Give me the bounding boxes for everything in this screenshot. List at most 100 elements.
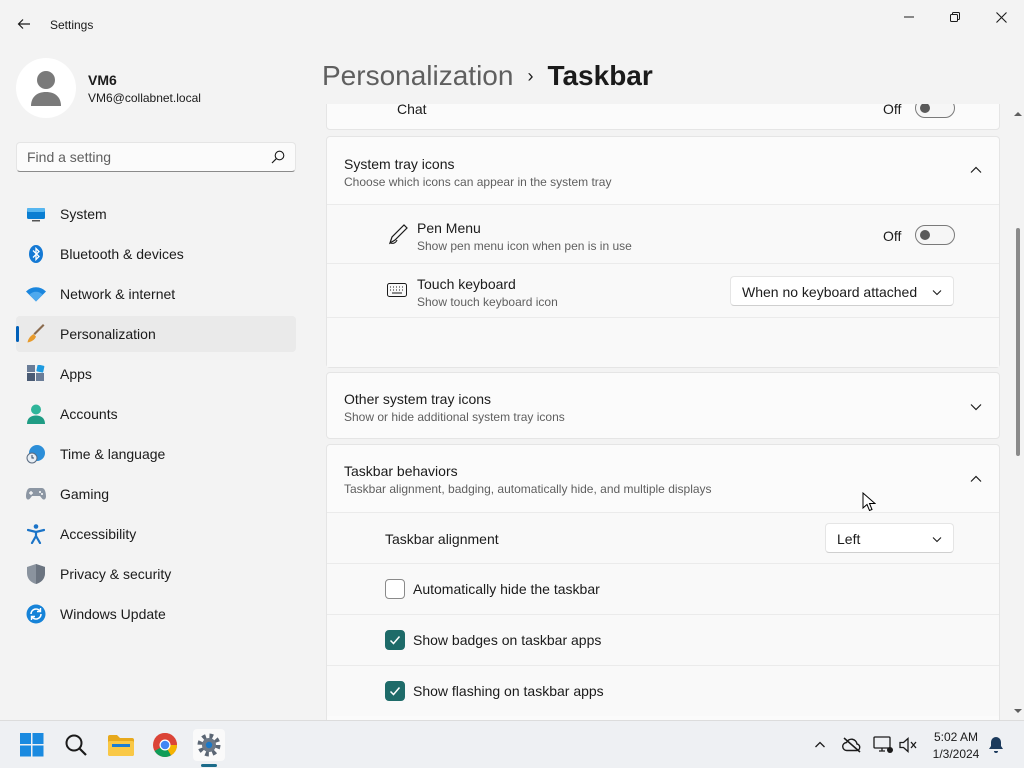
sidebar-item-windows-update[interactable]: Windows Update	[16, 596, 296, 632]
close-button[interactable]	[978, 4, 1024, 30]
chevron-up-icon	[815, 741, 825, 748]
chat-toggle[interactable]	[915, 104, 955, 118]
flashing-checkbox[interactable]	[385, 681, 405, 701]
touch-keyboard-value: When no keyboard attached	[742, 284, 918, 300]
sidebar-item-label: Personalization	[60, 326, 156, 342]
user-silhouette-icon	[31, 71, 61, 106]
checkmark-icon	[389, 687, 401, 696]
file-explorer-button[interactable]	[105, 729, 137, 761]
pen-icon	[388, 224, 408, 245]
keyboard-icon	[387, 283, 407, 297]
gear-icon	[197, 733, 221, 757]
behaviors-subtitle: Taskbar alignment, badging, automaticall…	[344, 482, 712, 496]
monitor-icon	[26, 204, 46, 224]
sidebar-item-accounts[interactable]: Accounts	[16, 396, 296, 432]
page-title: Taskbar	[547, 60, 653, 91]
back-arrow-icon	[17, 19, 30, 29]
minimize-icon	[904, 16, 914, 18]
search-icon	[65, 734, 87, 756]
other-tray-subtitle: Show or hide additional system tray icon…	[344, 410, 565, 424]
sidebar-item-label: Accounts	[60, 406, 118, 422]
system-tray-card: System tray icons Choose which icons can…	[326, 136, 1000, 368]
back-button[interactable]	[12, 12, 36, 36]
sidebar-item-accessibility[interactable]: Accessibility	[16, 516, 296, 552]
system-tray-title: System tray icons	[344, 156, 455, 172]
folder-icon	[108, 735, 134, 756]
sidebar-item-system[interactable]: System	[16, 196, 296, 232]
sidebar-item-network[interactable]: Network & internet	[16, 276, 296, 312]
breadcrumb-parent[interactable]: Personalization	[322, 60, 513, 92]
content-pane: Chat Off System tray icons Choose which …	[320, 104, 1010, 720]
sidebar-item-label: Bluetooth & devices	[60, 246, 184, 262]
clock-time[interactable]: 5:02 AM	[930, 730, 982, 744]
start-button[interactable]	[16, 729, 48, 761]
minimize-button[interactable]	[886, 4, 932, 30]
chrome-button[interactable]	[149, 729, 181, 761]
taskbar-search-button[interactable]	[60, 729, 92, 761]
chevron-up-icon[interactable]	[969, 163, 983, 177]
accessibility-icon	[26, 524, 46, 544]
bell-icon	[989, 737, 1003, 753]
breadcrumb: Personalization › Taskbar	[322, 58, 653, 94]
search-icon[interactable]	[271, 150, 285, 164]
onedrive-tray-button[interactable]	[842, 735, 862, 755]
sidebar-item-label: Accessibility	[60, 526, 137, 542]
sidebar-item-time-language[interactable]: Time & language	[16, 436, 296, 472]
chat-label: Chat	[397, 104, 427, 117]
auto-hide-checkbox[interactable]	[385, 579, 405, 599]
auto-hide-row: Automatically hide the taskbar	[327, 563, 999, 614]
person-icon	[26, 404, 46, 424]
badges-checkbox[interactable]	[385, 630, 405, 650]
pen-menu-title: Pen Menu	[417, 220, 481, 236]
sidebar-item-gaming[interactable]: Gaming	[16, 476, 296, 512]
notifications-button[interactable]	[986, 735, 1006, 755]
pen-menu-toggle-state: Off	[883, 228, 902, 244]
pen-menu-row: Pen Menu Show pen menu icon when pen is …	[327, 204, 999, 263]
close-icon	[995, 11, 1007, 23]
sidebar-item-label: Privacy & security	[60, 566, 172, 582]
maximize-button[interactable]	[932, 4, 978, 30]
clock-date[interactable]: 1/3/2024	[926, 747, 986, 761]
chat-row: Chat Off	[326, 104, 1000, 130]
scrollbar-thumb[interactable]	[1016, 228, 1020, 456]
network-icon	[873, 736, 893, 753]
chrome-icon	[153, 733, 177, 758]
sidebar-item-label: Apps	[60, 366, 92, 382]
touch-keyboard-dropdown[interactable]: When no keyboard attached	[730, 276, 954, 306]
sidebar-item-label: Windows Update	[60, 606, 166, 622]
sidebar-item-personalization[interactable]: Personalization	[16, 316, 296, 352]
taskbar-alignment-label: Taskbar alignment	[385, 531, 499, 547]
search-input[interactable]	[27, 149, 257, 165]
sidebar-item-apps[interactable]: Apps	[16, 356, 296, 392]
sidebar-item-bluetooth[interactable]: Bluetooth & devices	[16, 236, 296, 272]
app-title: Settings	[50, 18, 94, 32]
touch-keyboard-row: Touch keyboard Show touch keyboard icon …	[327, 263, 999, 317]
scroll-up-arrow-icon[interactable]	[1013, 109, 1023, 119]
search-box	[16, 142, 296, 172]
scroll-down-arrow-icon[interactable]	[1013, 706, 1023, 716]
volume-muted-icon	[899, 737, 917, 753]
volume-tray-button[interactable]	[899, 735, 919, 755]
network-tray-button[interactable]	[873, 735, 893, 755]
globe-clock-icon	[26, 444, 46, 464]
sidebar-item-label: Gaming	[60, 486, 110, 502]
shield-icon	[26, 564, 46, 584]
chevron-up-icon[interactable]	[969, 472, 983, 486]
pen-menu-toggle[interactable]	[915, 225, 955, 245]
taskbar-alignment-dropdown[interactable]: Left	[825, 523, 954, 553]
restore-icon	[950, 12, 960, 22]
avatar[interactable]	[16, 58, 76, 118]
sidebar-item-privacy[interactable]: Privacy & security	[16, 556, 296, 592]
checkmark-icon	[389, 636, 401, 645]
flashing-row: Show flashing on taskbar apps	[327, 665, 999, 716]
gamepad-icon	[26, 484, 46, 504]
settings-taskbar-button[interactable]	[193, 729, 225, 761]
chevron-down-icon[interactable]	[969, 400, 983, 414]
other-tray-card[interactable]: Other system tray icons Show or hide add…	[326, 372, 1000, 439]
behaviors-title: Taskbar behaviors	[344, 463, 458, 479]
show-hidden-icons-button[interactable]	[810, 735, 830, 755]
flashing-label: Show flashing on taskbar apps	[413, 683, 604, 699]
sidebar-nav: System Bluetooth & devices Network & int…	[16, 196, 296, 636]
breadcrumb-separator: ›	[527, 65, 534, 86]
badges-label: Show badges on taskbar apps	[413, 632, 602, 648]
